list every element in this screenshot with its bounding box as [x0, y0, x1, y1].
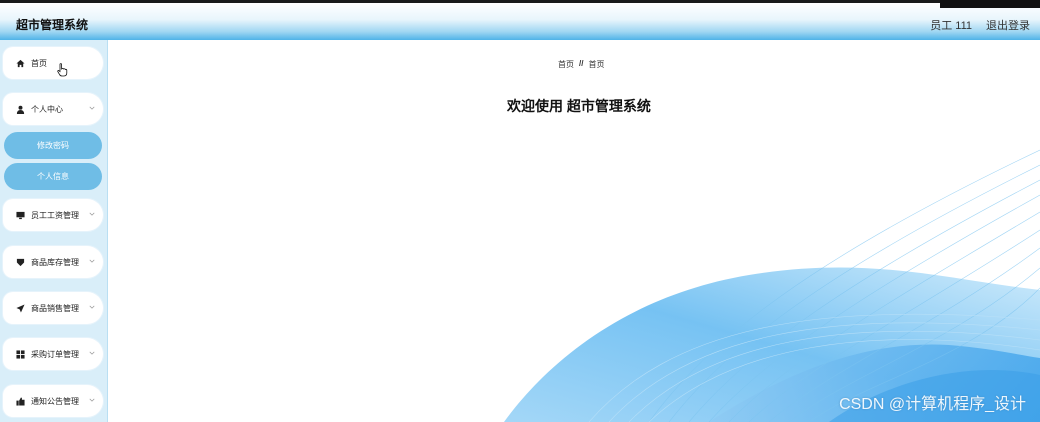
watermark: CSDN @计算机程序_设计 — [839, 396, 1026, 413]
thumb-icon — [15, 396, 25, 406]
sidebar-item-label: 商品库存管理 — [31, 257, 79, 267]
home-icon — [15, 58, 25, 68]
logout-link[interactable]: 退出登录 — [986, 17, 1030, 33]
sidebar-item-purchase[interactable]: 采购订单管理 — [3, 338, 103, 370]
top-header: 超市管理系统 员工 111 退出登录 — [0, 0, 1040, 40]
hand-cursor-icon — [57, 63, 68, 77]
send-icon — [15, 303, 25, 313]
badge-icon — [15, 257, 25, 267]
breadcrumb-home[interactable]: 首页 — [558, 59, 574, 70]
grid-icon — [15, 349, 25, 359]
sidebar-item-sales[interactable]: 商品销售管理 — [3, 292, 103, 324]
sidebar-item-label: 通知公告管理 — [31, 396, 79, 406]
sidebar-item-personal-center[interactable]: 个人中心 — [3, 93, 103, 125]
sidebar-item-label: 员工工资管理 — [31, 210, 79, 220]
header-corner — [940, 0, 1040, 8]
breadcrumb: 首页 // 首页 — [558, 59, 604, 70]
sidebar-item-salary[interactable]: 员工工资管理 — [3, 199, 103, 231]
submenu-change-password[interactable]: 修改密码 — [4, 132, 102, 159]
sidebar-item-label: 首页 — [31, 58, 47, 68]
breadcrumb-separator: // — [579, 59, 584, 68]
chevron-down-icon — [89, 106, 95, 110]
monitor-icon — [15, 210, 25, 220]
user-name-link[interactable]: 员工 111 — [930, 17, 972, 33]
submenu-personal-info[interactable]: 个人信息 — [4, 163, 102, 190]
app-title: 超市管理系统 — [16, 18, 89, 32]
sidebar-item-label: 采购订单管理 — [31, 349, 79, 359]
breadcrumb-current: 首页 — [588, 60, 605, 69]
chevron-down-icon — [89, 305, 95, 309]
sidebar-item-notice[interactable]: 通知公告管理 — [3, 385, 103, 417]
user-area: 员工 111 退出登录 — [930, 17, 1030, 33]
chevron-down-icon — [89, 259, 95, 263]
user-icon — [15, 104, 25, 114]
sidebar-item-label: 商品销售管理 — [31, 303, 79, 313]
sidebar-item-home[interactable]: 首页 — [3, 47, 103, 79]
welcome-title: 欢迎使用 超市管理系统 — [507, 98, 651, 114]
sidebar-item-label: 个人中心 — [31, 104, 63, 114]
chevron-down-icon — [89, 212, 95, 216]
chevron-down-icon — [89, 398, 95, 402]
main-content: 首页 // 首页 欢迎使用 超市管理系统 CSDN @计算机程序_设计 — [109, 40, 1040, 422]
sidebar: 首页 个人中心 修改密码 个人信息 员工工资管理 商品库存管理 商品销售管理 采… — [0, 40, 108, 422]
sidebar-item-inventory[interactable]: 商品库存管理 — [3, 246, 103, 278]
chevron-down-icon — [89, 351, 95, 355]
